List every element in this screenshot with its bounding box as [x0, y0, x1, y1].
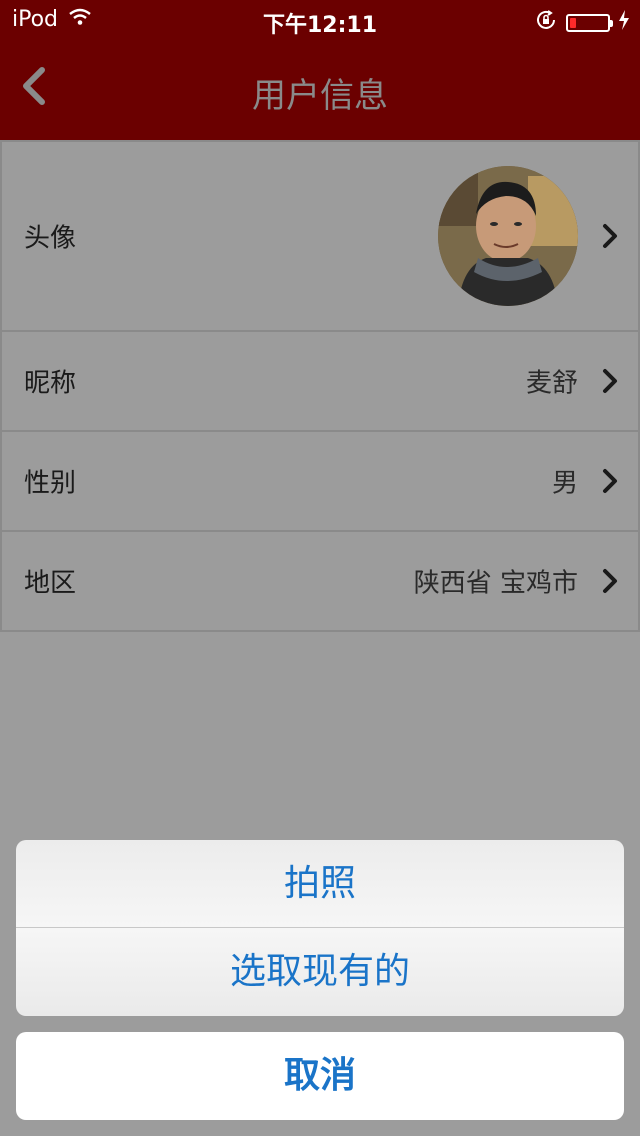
battery-icon — [566, 14, 613, 32]
chevron-right-icon — [603, 369, 617, 393]
chevron-right-icon — [603, 224, 617, 248]
row-label: 地区 — [24, 568, 77, 599]
row-nickname[interactable]: 昵称 麦舒 — [0, 332, 640, 432]
action-sheet: 拍照 选取现有的 — [16, 840, 624, 1016]
row-region[interactable]: 地区 陕西省 宝鸡市 — [0, 532, 640, 632]
nav-bar: 用户信息 — [0, 40, 640, 140]
row-label: 昵称 — [24, 368, 77, 399]
row-value: 男 — [551, 468, 578, 499]
battery-level-fill — [570, 18, 576, 28]
row-label: 性别 — [24, 468, 77, 499]
chevron-right-icon — [603, 569, 617, 593]
take-photo-button[interactable]: 拍照 — [16, 840, 624, 928]
cancel-button[interactable]: 取消 — [16, 1032, 624, 1120]
row-gender[interactable]: 性别 男 — [0, 432, 640, 532]
row-avatar[interactable]: 头像 — [0, 140, 640, 332]
charging-icon — [618, 10, 630, 36]
chevron-right-icon — [603, 469, 617, 493]
status-bar: iPod 下午12:11 — [0, 0, 640, 40]
row-value: 麦舒 — [525, 368, 578, 399]
choose-existing-button[interactable]: 选取现有的 — [16, 928, 624, 1016]
user-info-list: 头像 昵称 麦舒 性别 男 地区 陕西省 宝鸡市 — [0, 140, 640, 632]
row-value: 陕西省 宝鸡市 — [413, 568, 578, 599]
page-title: 用户信息 — [252, 76, 388, 116]
rotation-lock-icon — [534, 8, 558, 38]
action-sheet-cancel: 取消 — [16, 1032, 624, 1120]
status-right — [534, 8, 630, 38]
avatar — [438, 166, 578, 306]
row-label: 头像 — [24, 223, 77, 254]
